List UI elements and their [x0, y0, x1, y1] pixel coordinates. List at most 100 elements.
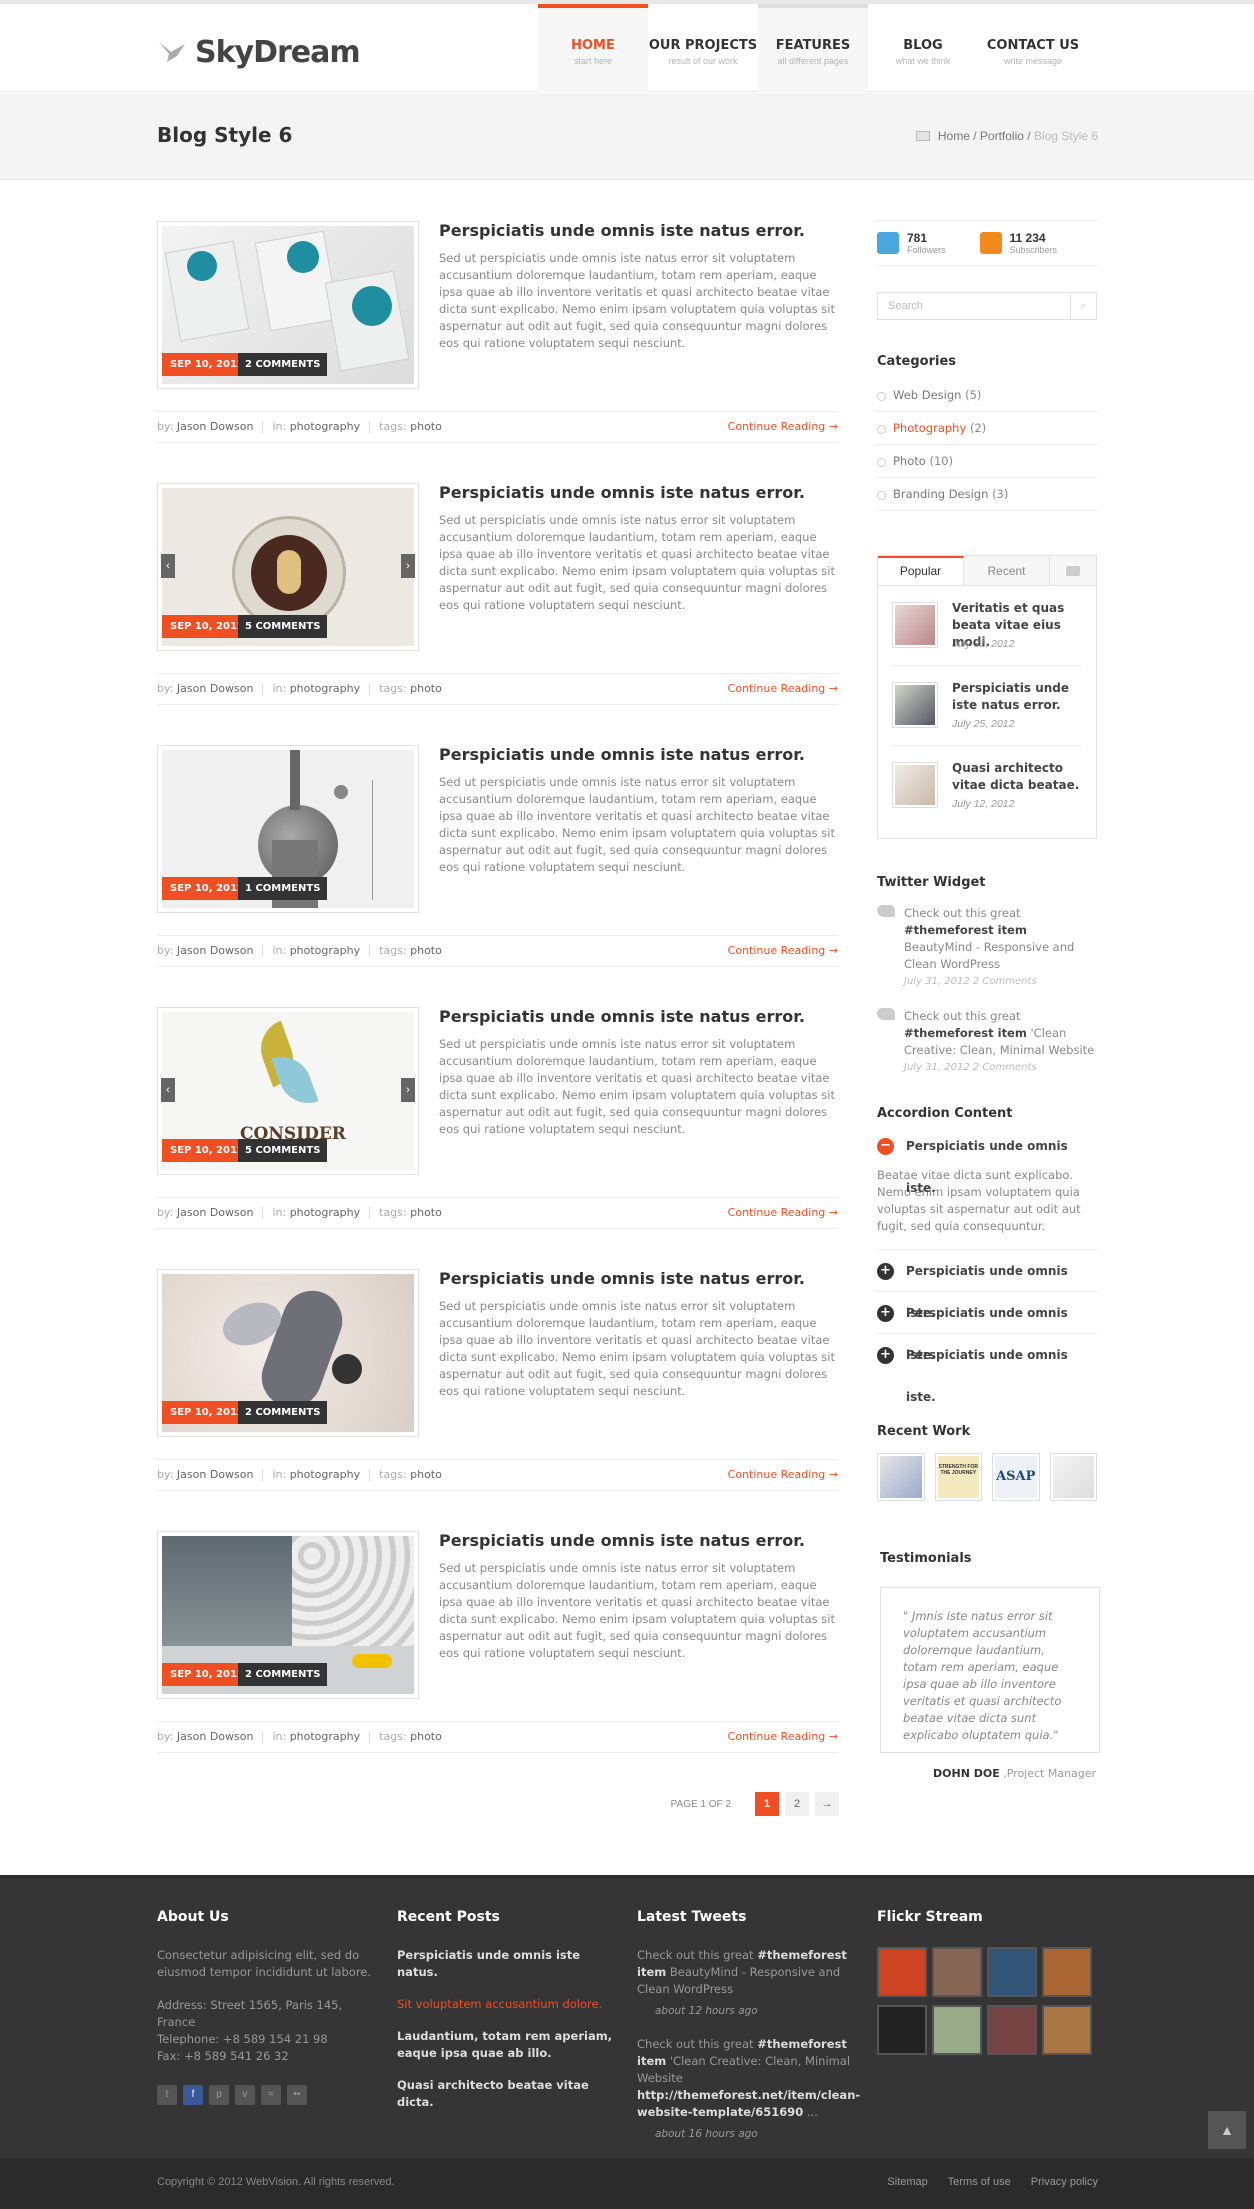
rss-icon[interactable]: ≈ — [261, 2085, 281, 2105]
search-input[interactable]: Search — [888, 300, 923, 312]
post-category[interactable]: photography — [290, 1468, 360, 1481]
post-tag[interactable]: photo — [410, 1730, 442, 1743]
page-2-button[interactable]: 2 — [785, 1792, 809, 1816]
tab-comments[interactable] — [1050, 556, 1096, 585]
post-author[interactable]: Jason Dowson — [177, 1206, 254, 1219]
facebook-icon[interactable]: f — [183, 2085, 203, 2105]
post-thumbnail[interactable]: SEP 10, 2012 2 COMMENTS — [157, 1531, 419, 1699]
recent-work-thumb[interactable]: STRENGTH FOR THE JOURNEY — [934, 1453, 982, 1501]
footer-recent-link[interactable]: Sit voluptatem accusantium dolore. — [397, 1996, 617, 2013]
post-title[interactable]: Perspiciatis unde omnis iste natus error… — [439, 1269, 805, 1288]
footer-link-privacy[interactable]: Privacy policy — [1031, 2176, 1098, 2188]
continue-reading-link[interactable]: Continue Reading → — [728, 1722, 838, 1752]
post-title[interactable]: Perspiciatis unde omnis iste natus error… — [439, 221, 805, 240]
tab-recent[interactable]: Recent — [964, 556, 1050, 585]
nav-projects[interactable]: OUR PROJECTS result of our work — [648, 4, 758, 92]
pinterest-icon[interactable]: p — [209, 2085, 229, 2105]
post-tag[interactable]: photo — [410, 420, 442, 433]
flickr-photo[interactable] — [877, 2005, 927, 2055]
slider-next-button[interactable]: › — [401, 554, 415, 578]
recent-work-thumb[interactable]: ASAP — [992, 1453, 1040, 1501]
footer-link-terms[interactable]: Terms of use — [948, 2176, 1011, 2188]
category-item[interactable]: Web Design (5) — [877, 379, 1097, 412]
popular-item[interactable]: Quasi architecto vitae dicta beatae. Jul… — [892, 746, 1082, 826]
post-author[interactable]: Jason Dowson — [177, 944, 254, 957]
continue-reading-link[interactable]: Continue Reading → — [728, 936, 838, 966]
post-tag[interactable]: photo — [410, 944, 442, 957]
comments-badge[interactable]: 5 COMMENTS — [238, 1139, 328, 1162]
vimeo-icon[interactable]: v — [235, 2085, 255, 2105]
comments-badge[interactable]: 5 COMMENTS — [238, 615, 328, 638]
accordion-item[interactable]: + Perspiciatis unde omnis iste. — [877, 1250, 1097, 1320]
breadcrumb-home[interactable]: Home — [938, 129, 970, 143]
flickr-photo[interactable] — [987, 1947, 1037, 1997]
category-item[interactable]: Photography (2) — [877, 412, 1097, 445]
flickr-photo[interactable] — [987, 2005, 1037, 2055]
accordion-item[interactable]: + Perspiciatis unde omnis iste. — [877, 1292, 1097, 1362]
footer-recent-link[interactable]: Quasi architecto beatae vitae dicta. — [397, 2077, 617, 2111]
comments-badge[interactable]: 1 COMMENTS — [238, 877, 328, 900]
slider-prev-button[interactable]: ‹ — [161, 1078, 175, 1102]
rss-icon[interactable] — [979, 232, 1002, 254]
post-author[interactable]: Jason Dowson — [177, 420, 254, 433]
category-item[interactable]: Photo (10) — [877, 445, 1097, 478]
logo[interactable]: SkyDream — [157, 32, 361, 72]
post-category[interactable]: photography — [290, 682, 360, 695]
flickr-photo[interactable] — [877, 1947, 927, 1997]
nav-home[interactable]: HOME start here — [538, 4, 648, 92]
post-thumbnail[interactable]: SEP 10, 2012 1 COMMENTS — [157, 745, 419, 913]
footer-recent-link[interactable]: Laudantium, totam rem aperiam, eaque ips… — [397, 2028, 617, 2062]
popular-item[interactable]: Veritatis et quas beata vitae eius modi.… — [892, 586, 1082, 666]
post-tag[interactable]: photo — [410, 1206, 442, 1219]
post-category[interactable]: photography — [290, 1206, 360, 1219]
flickr-photo[interactable] — [932, 2005, 982, 2055]
post-title[interactable]: Perspiciatis unde omnis iste natus error… — [439, 1531, 805, 1550]
post-thumbnail[interactable]: SEP 10, 2012 2 COMMENTS — [157, 1269, 419, 1437]
continue-reading-link[interactable]: Continue Reading → — [728, 1198, 838, 1228]
post-thumbnail[interactable]: CONSIDER ‹ › SEP 10, 2012 5 COMMENTS — [157, 1007, 419, 1175]
flickr-photo[interactable] — [1042, 1947, 1092, 1997]
twitter-icon[interactable]: t — [157, 2085, 177, 2105]
post-tag[interactable]: photo — [410, 682, 442, 695]
tab-popular[interactable]: Popular — [878, 556, 964, 585]
footer-recent-link[interactable]: Perspiciatis unde omnis iste natus. — [397, 1947, 617, 1981]
continue-reading-link[interactable]: Continue Reading → — [728, 674, 838, 704]
breadcrumb-portfolio[interactable]: Portfolio — [980, 129, 1024, 143]
post-category[interactable]: photography — [290, 1730, 360, 1743]
flickr-photo[interactable] — [1042, 2005, 1092, 2055]
twitter-icon[interactable] — [877, 232, 899, 254]
post-title[interactable]: Perspiciatis unde omnis iste natus error… — [439, 483, 805, 502]
continue-reading-link[interactable]: Continue Reading → — [728, 412, 838, 442]
post-thumbnail[interactable]: SEP 10, 2012 2 COMMENTS — [157, 221, 419, 389]
nav-features[interactable]: FEATURES all different pages — [758, 4, 868, 92]
recent-work-thumb[interactable] — [877, 1453, 925, 1501]
flickr-icon[interactable]: •• — [287, 2085, 307, 2105]
nav-blog[interactable]: BLOG what we think — [868, 4, 978, 92]
post-title[interactable]: Perspiciatis unde omnis iste natus error… — [439, 745, 805, 764]
post-tag[interactable]: photo — [410, 1468, 442, 1481]
footer-link-sitemap[interactable]: Sitemap — [887, 2176, 927, 2188]
accordion-item[interactable]: + Perspiciatis unde omnis iste. — [877, 1334, 1097, 1404]
post-category[interactable]: photography — [290, 420, 360, 433]
page-1-button[interactable]: 1 — [755, 1792, 779, 1816]
popular-item[interactable]: Perspiciatis unde iste natus error. July… — [892, 666, 1082, 746]
flickr-photo[interactable] — [932, 1947, 982, 1997]
tweet-hashtag[interactable]: #themeforest item — [904, 1026, 1027, 1040]
slider-next-button[interactable]: › — [401, 1078, 415, 1102]
nav-contact[interactable]: CONTACT US write message — [978, 4, 1088, 92]
post-author[interactable]: Jason Dowson — [177, 1468, 254, 1481]
search-box[interactable]: Search ⌕ — [877, 292, 1097, 320]
comments-badge[interactable]: 2 COMMENTS — [238, 1401, 328, 1424]
post-author[interactable]: Jason Dowson — [177, 1730, 254, 1743]
tweet-hashtag[interactable]: #themeforest item — [904, 923, 1027, 937]
comments-badge[interactable]: 2 COMMENTS — [238, 1663, 328, 1686]
slider-prev-button[interactable]: ‹ — [161, 554, 175, 578]
search-icon[interactable]: ⌕ — [1070, 293, 1096, 319]
accordion-item[interactable]: − Perspiciatis unde omnis iste. — [877, 1125, 1097, 1195]
comments-badge[interactable]: 2 COMMENTS — [238, 353, 328, 376]
post-category[interactable]: photography — [290, 944, 360, 957]
post-author[interactable]: Jason Dowson — [177, 682, 254, 695]
continue-reading-link[interactable]: Continue Reading → — [728, 1460, 838, 1490]
back-to-top-button[interactable]: ▲ — [1208, 2111, 1246, 2149]
post-thumbnail[interactable]: ‹ › SEP 10, 2012 5 COMMENTS — [157, 483, 419, 651]
